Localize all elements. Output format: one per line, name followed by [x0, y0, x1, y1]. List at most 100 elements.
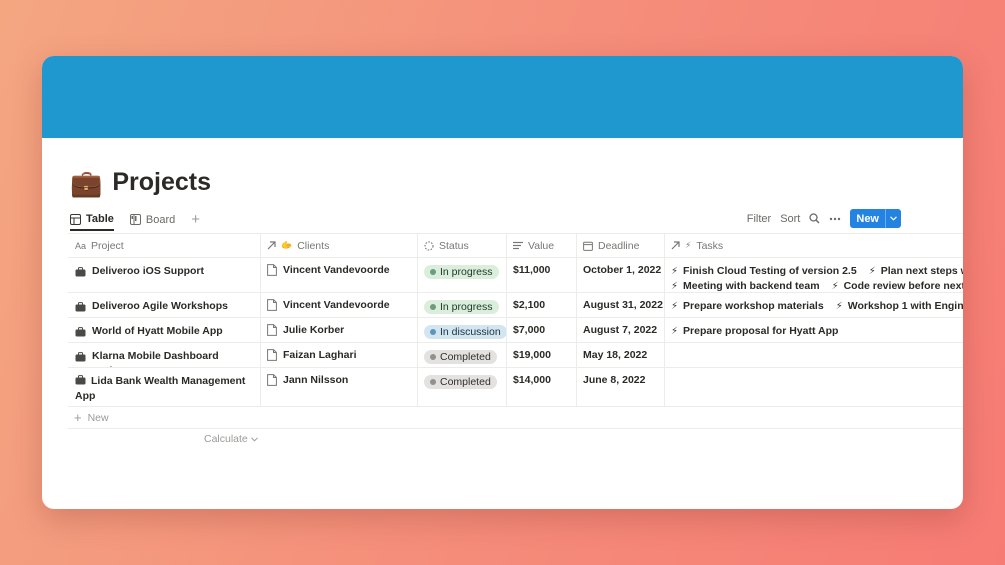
tab-board[interactable]: Board [129, 209, 175, 231]
project-name[interactable]: World of Hyatt Mobile App [92, 324, 223, 339]
client-name[interactable]: Vincent Vandevoorde [283, 264, 390, 276]
deadline-cell[interactable]: October 1, 2022 [577, 258, 665, 292]
project-cell[interactable]: World of Hyatt Mobile App [68, 318, 261, 342]
text-property-icon: Aa [75, 240, 87, 251]
client-name[interactable]: Jann Nilsson [283, 374, 348, 386]
briefcase-icon[interactable]: 💼 [70, 170, 102, 196]
column-header-status[interactable]: Status [418, 234, 507, 257]
relation-arrow-icon [267, 241, 276, 250]
task-item[interactable]: ⚡ Finish Cloud Testing of version 2.5 [671, 264, 857, 279]
calendar-icon [583, 241, 593, 251]
client-cell[interactable]: Jann Nilsson [261, 368, 418, 406]
number-icon [513, 241, 523, 250]
table-row[interactable]: Klarna Mobile Dashboard Project Faizan L… [68, 343, 963, 368]
new-button-label[interactable]: New [850, 209, 885, 228]
projects-table: Aa Project 🫱 Clients Status Value Deadli… [68, 233, 963, 449]
status-dot-icon [430, 304, 436, 310]
status-cell[interactable]: Completed [418, 368, 507, 406]
status-cell[interactable]: In discussion [418, 318, 507, 342]
task-item[interactable]: ⚡Workshop 1 with Engineer [836, 299, 963, 314]
task-item[interactable]: ⚡ Prepare workshop materials [671, 299, 824, 314]
deadline-cell[interactable]: August 31, 2022 [577, 293, 665, 317]
status-badge[interactable]: Completed [424, 375, 497, 389]
task-item[interactable]: ⚡Plan next steps with [869, 264, 963, 279]
deadline-cell[interactable]: August 7, 2022 [577, 318, 665, 342]
value-cell[interactable]: $19,000 [507, 343, 577, 367]
client-name[interactable]: Julie Korber [283, 324, 344, 336]
column-header-label: Clients [297, 239, 330, 252]
value-cell[interactable]: $2,100 [507, 293, 577, 317]
column-header-label: Tasks [696, 239, 724, 252]
project-cell[interactable]: Klarna Mobile Dashboard Project [68, 343, 261, 367]
task-item[interactable]: ⚡ Prepare proposal for Hyatt App [671, 324, 838, 339]
value-cell[interactable]: $7,000 [507, 318, 577, 342]
add-row-button[interactable]: + New [68, 407, 963, 429]
status-cell[interactable]: Completed [418, 343, 507, 367]
table-icon [70, 213, 81, 225]
tab-table[interactable]: Table [70, 208, 114, 231]
task-item[interactable]: ⚡ Meeting with backend team [671, 279, 820, 292]
status-badge[interactable]: In discussion [424, 325, 506, 339]
table-row[interactable]: Deliveroo iOS Support Vincent Vandevoord… [68, 258, 963, 293]
project-cell[interactable]: Lida Bank Wealth Management App [68, 368, 261, 406]
briefcase-icon [75, 324, 86, 337]
status-badge[interactable]: Completed [424, 350, 497, 364]
column-header-deadline[interactable]: Deadline [577, 234, 665, 257]
search-icon[interactable] [809, 213, 820, 224]
database-toolbar: Filter Sort New [747, 209, 901, 228]
deadline-cell[interactable]: June 8, 2022 [577, 368, 665, 406]
column-header-label: Status [439, 239, 469, 252]
client-cell[interactable]: Faizan Laghari [261, 343, 418, 367]
project-cell[interactable]: Deliveroo iOS Support [68, 258, 261, 292]
status-icon [424, 240, 434, 251]
column-header-value[interactable]: Value [507, 234, 577, 257]
board-icon [129, 214, 141, 225]
column-header-tasks[interactable]: ⚡ Tasks [665, 234, 963, 257]
page-title-text[interactable]: Projects [112, 168, 211, 197]
status-cell[interactable]: In progress [418, 258, 507, 292]
lightning-icon: ⚡ [671, 301, 679, 312]
more-options-icon[interactable] [829, 217, 841, 221]
page-cover[interactable] [42, 56, 963, 138]
client-cell[interactable]: Julie Korber [261, 318, 418, 342]
project-name[interactable]: Deliveroo Agile Workshops [92, 299, 228, 314]
value-cell[interactable]: $14,000 [507, 368, 577, 406]
lightning-icon: ⚡ [831, 281, 839, 292]
status-badge[interactable]: In progress [424, 300, 499, 314]
value-cell[interactable]: $11,000 [507, 258, 577, 292]
deadline-cell[interactable]: May 18, 2022 [577, 343, 665, 367]
table-row[interactable]: Lida Bank Wealth Management App Jann Nil… [68, 368, 963, 407]
status-label: In discussion [440, 326, 501, 338]
client-cell[interactable]: Vincent Vandevoorde [261, 258, 418, 292]
client-name[interactable]: Vincent Vandevoorde [283, 299, 390, 311]
tasks-cell[interactable]: ⚡ Prepare workshop materials ⚡ Workshop 1 … [665, 293, 963, 317]
tasks-cell[interactable] [665, 343, 963, 367]
filter-button[interactable]: Filter [747, 213, 771, 225]
sort-button[interactable]: Sort [780, 213, 800, 225]
status-badge[interactable]: In progress [424, 265, 499, 279]
tasks-cell[interactable]: ⚡ Finish Cloud Testing of version 2.5 ⚡ Pl… [665, 258, 963, 292]
add-view-icon[interactable]: + [191, 212, 200, 227]
table-row[interactable]: Deliveroo Agile Workshops Vincent Vandev… [68, 293, 963, 318]
tasks-cell[interactable] [665, 368, 963, 406]
column-header-project[interactable]: Aa Project [68, 234, 261, 257]
status-label: In progress [440, 266, 493, 278]
status-cell[interactable]: In progress [418, 293, 507, 317]
client-cell[interactable]: Vincent Vandevoorde [261, 293, 418, 317]
client-name[interactable]: Faizan Laghari [283, 349, 357, 361]
project-cell[interactable]: Deliveroo Agile Workshops [68, 293, 261, 317]
calculate-label: Calculate [204, 433, 248, 445]
table-row[interactable]: World of Hyatt Mobile App Julie Korber I… [68, 318, 963, 343]
page-title: 💼 Projects [70, 168, 211, 197]
project-name[interactable]: Deliveroo iOS Support [92, 264, 204, 279]
lightning-icon: ⚡ [835, 301, 843, 312]
project-name[interactable]: Lida Bank Wealth Management App [75, 375, 245, 402]
new-button[interactable]: New [850, 209, 901, 228]
calculate-button[interactable]: Calculate [68, 429, 963, 449]
column-header-clients[interactable]: 🫱 Clients [261, 234, 418, 257]
tasks-cell[interactable]: ⚡ Prepare proposal for Hyatt App [665, 318, 963, 342]
task-item[interactable]: ⚡Code review before next re [832, 279, 963, 292]
page-icon [267, 374, 277, 386]
project-name[interactable]: Klarna Mobile Dashboard Project [92, 349, 254, 367]
chevron-down-icon[interactable] [885, 209, 901, 228]
